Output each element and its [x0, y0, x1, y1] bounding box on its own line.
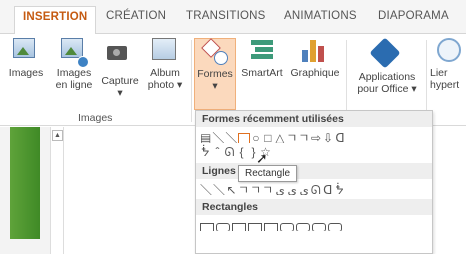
images-en-ligne-button[interactable]: Images en ligne — [50, 38, 98, 91]
left-brace-shape-icon[interactable]: { — [236, 145, 248, 159]
graphique-label: Graphique — [290, 67, 340, 79]
vertical-scrollbar[interactable]: ▲ — [50, 127, 64, 254]
ribbon-tab-bar: INSERTION CRÉATION TRANSITIONS ANIMATION… — [0, 0, 466, 35]
arrow-line-shape-icon[interactable]: ＼ — [225, 129, 238, 143]
hyperlink-icon — [437, 38, 463, 64]
capture-label: Capture — [101, 75, 139, 87]
images-en-ligne-label2: en ligne — [55, 79, 93, 91]
album-label2: photo ▾ — [147, 79, 183, 91]
elbow-arrow-connector-icon[interactable]: ㄱ — [250, 181, 262, 195]
curved-double-arrow-connector-icon[interactable]: ﻯ — [298, 183, 310, 195]
snip-diagonal-corner-rectangle-icon[interactable] — [264, 223, 278, 231]
right-arrow-shape-icon[interactable]: ⇨ — [310, 131, 322, 143]
lines-shapes-row: ＼＼↖ㄱㄱㄱﻯ ﻯ ﻯ ᘏᗡ ᖭ — [196, 179, 432, 195]
round-same-side-corner-rectangle-icon[interactable] — [312, 223, 326, 231]
applications-label1: Applications — [358, 71, 416, 83]
album-photo-button[interactable]: Album photo ▾ — [144, 38, 186, 91]
picture-icon — [13, 38, 39, 64]
graphique-button[interactable]: Graphique — [288, 38, 342, 79]
curved-connector-icon[interactable]: ﻯ — [274, 183, 286, 195]
lien-label2: hypert — [430, 79, 460, 91]
down-arrow-shape-icon[interactable]: ⇩ — [322, 131, 334, 143]
group-images-label: Images — [78, 112, 113, 124]
curve-shape-icon[interactable]: ᘏ — [224, 145, 236, 159]
camera-icon — [107, 46, 133, 72]
tab-insertion[interactable]: INSERTION — [14, 6, 97, 35]
curve-icon[interactable]: ᘏ — [310, 183, 322, 195]
rounded-rectangle-icon[interactable] — [216, 223, 230, 231]
smartart-icon — [249, 38, 275, 64]
slide-editing-area[interactable] — [64, 127, 194, 254]
lien-label1: Lier — [430, 67, 448, 79]
rectangles-shapes-row — [196, 215, 432, 231]
images-button[interactable]: Images — [6, 38, 46, 79]
double-arrow-line-icon[interactable]: ↖ — [226, 183, 238, 195]
scribble-shape-icon[interactable]: ᖭ — [200, 145, 212, 159]
elbow-connector-shape-icon[interactable]: ㄱ — [286, 129, 298, 143]
curved-arrow-connector-icon[interactable]: ﻯ — [286, 183, 298, 195]
rectangle-tooltip: Rectangle — [238, 165, 298, 182]
capture-button[interactable]: Capture ▾ — [98, 38, 142, 99]
rectangle-icon[interactable] — [200, 223, 214, 231]
shapes-gallery-dropdown: Formes récemment utilisées ▤＼＼ ○ □ △ㄱㄱ⇨⇩ᗡ ᖭ… — [195, 110, 433, 254]
online-picture-icon — [61, 38, 89, 68]
formes-dropdown-arrow: ▾ — [212, 80, 218, 92]
triangle-shape-icon[interactable]: △ — [274, 131, 286, 143]
tab-animations[interactable]: ANIMATIONS — [284, 10, 357, 22]
scribble-icon[interactable]: ᖭ — [334, 183, 346, 195]
snip-round-rectangle-icon[interactable] — [280, 223, 294, 231]
chart-icon — [302, 38, 328, 64]
images-label: Images — [8, 67, 44, 79]
line-icon[interactable]: ＼ — [200, 181, 213, 195]
scroll-up-arrow-icon[interactable]: ▲ — [52, 130, 63, 141]
elbow-arrow-connector-shape-icon[interactable]: ㄱ — [298, 129, 310, 143]
tab-creation[interactable]: CRÉATION — [106, 10, 166, 22]
tab-diaporama[interactable]: DIAPORAMA — [378, 10, 449, 22]
arc-shape-icon[interactable]: ˆ — [212, 145, 224, 159]
line-shape-icon[interactable]: ＼ — [212, 129, 225, 143]
rectangles-header: Rectangles — [196, 199, 432, 215]
slide-thumbnail[interactable] — [10, 127, 40, 239]
lines-header: Lignes — [196, 163, 432, 179]
round-single-corner-rectangle-icon[interactable] — [296, 223, 310, 231]
smartart-button[interactable]: SmartArt — [238, 38, 286, 79]
formes-label: Formes — [197, 68, 233, 80]
round-diagonal-corner-rectangle-icon[interactable] — [328, 223, 342, 231]
shapes-icon — [201, 38, 228, 65]
lien-hypertexte-button[interactable]: Lier hypert — [430, 38, 466, 91]
recent-shapes-row-1: ▤＼＼ ○ □ △ㄱㄱ⇨⇩ᗡ — [196, 127, 432, 143]
applications-office-button[interactable]: Applications pour Office ▾ — [352, 37, 422, 95]
group-separator — [191, 40, 192, 122]
textbox-shape-icon[interactable]: ▤ — [200, 131, 212, 143]
flowchart-shape-icon[interactable]: ᗡ — [334, 131, 346, 143]
elbow-double-arrow-connector-icon[interactable]: ㄱ — [262, 181, 274, 195]
images-en-ligne-label1: Images — [56, 67, 92, 79]
recent-shapes-header: Formes récemment utilisées — [196, 111, 432, 127]
oval-shape-icon[interactable]: ○ — [250, 131, 262, 143]
photo-album-icon — [152, 38, 178, 64]
tab-transitions[interactable]: TRANSITIONS — [186, 10, 266, 22]
elbow-connector-icon[interactable]: ㄱ — [238, 181, 250, 195]
freeform-icon[interactable]: ᗡ — [322, 183, 334, 195]
rectangle-shape-icon[interactable] — [238, 133, 251, 143]
rounded-rectangle-shape-icon[interactable]: □ — [262, 131, 274, 143]
capture-dropdown-arrow: ▾ — [117, 87, 123, 99]
smartart-label: SmartArt — [241, 67, 283, 79]
line-arrow-icon[interactable]: ＼ — [213, 181, 226, 195]
formes-button[interactable]: Formes ▾ — [194, 38, 236, 110]
recent-shapes-row-2: ᖭ ˆ ᘏ{} ☆ — [196, 143, 432, 159]
applications-label2: pour Office ▾ — [357, 83, 417, 95]
office-store-icon — [369, 37, 401, 69]
snip-same-side-corner-rectangle-icon[interactable] — [248, 223, 262, 231]
snip-single-corner-rectangle-icon[interactable] — [232, 223, 246, 231]
album-label1: Album — [150, 67, 180, 79]
